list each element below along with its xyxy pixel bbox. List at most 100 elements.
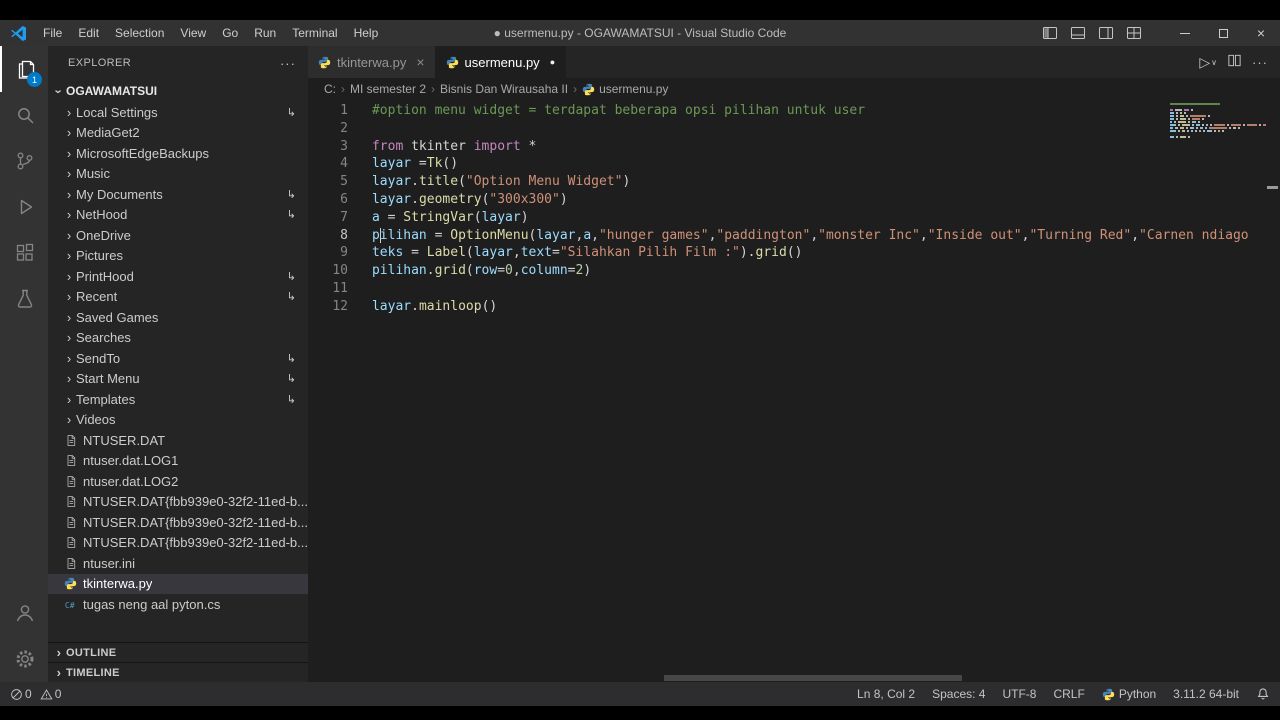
tree-item-ntuser-ini[interactable]: ntuser.ini xyxy=(48,553,308,574)
code-line-7[interactable]: 7a = StringVar(layar) xyxy=(308,209,1280,227)
code-line-11[interactable]: 11 xyxy=(308,280,1280,298)
explorer-actions-icon[interactable]: ··· xyxy=(280,56,296,71)
code-line-6[interactable]: 6 layar.geometry("300x300") xyxy=(308,191,1280,209)
code-editor[interactable]: 1 #option menu widget = terdapat beberapa… xyxy=(307,100,1280,682)
settings-gear-icon[interactable] xyxy=(0,636,48,682)
code-line-9[interactable]: 9 teks = Label(layar,text="Silahkan Pilih… xyxy=(308,244,1280,262)
code-line-4[interactable]: 4 layar =Tk() xyxy=(308,155,1280,173)
tree-item-onedrive[interactable]: › OneDrive xyxy=(48,225,308,246)
menu-terminal[interactable]: Terminal xyxy=(284,20,345,46)
testing-icon[interactable] xyxy=(0,276,48,322)
menu-edit[interactable]: Edit xyxy=(70,20,107,46)
toggle-sidebar-icon[interactable] xyxy=(1036,25,1064,41)
code-line-8[interactable]: 8 pilihan = OptionMenu(layar,a,"hunger ga… xyxy=(308,227,1280,245)
tree-item-searches[interactable]: › Searches xyxy=(48,328,308,349)
breadcrumb-folder[interactable]: Bisnis Dan Wirausaha II xyxy=(440,82,568,96)
horizontal-scrollbar[interactable] xyxy=(663,675,962,681)
tree-item-ntuser-dat[interactable]: NTUSER.DAT xyxy=(48,430,308,451)
problems-indicator[interactable]: 0 0 xyxy=(10,687,61,701)
tree-item-templates[interactable]: › Templates ↳ xyxy=(48,389,308,410)
tree-item-printhood[interactable]: › PrintHood ↳ xyxy=(48,266,308,287)
tab-close-icon[interactable]: × xyxy=(416,54,424,70)
tree-item-ntuser-dat-fbb939e0-32f2-11ed-b[interactable]: NTUSER.DAT{fbb939e0-32f2-11ed-b... xyxy=(48,533,308,554)
notifications-bell[interactable] xyxy=(1256,687,1270,701)
menu-view[interactable]: View xyxy=(172,20,214,46)
explorer-icon[interactable]: 1 xyxy=(0,46,48,92)
eol-sequence[interactable]: CRLF xyxy=(1053,687,1084,701)
tree-item-pictures[interactable]: › Pictures xyxy=(48,246,308,267)
toggle-panel-icon[interactable] xyxy=(1064,25,1092,41)
line-number: 1 xyxy=(340,103,348,118)
tree-item-recent[interactable]: › Recent ↳ xyxy=(48,287,308,308)
breadcrumb-drive[interactable]: C: xyxy=(324,82,336,96)
file-icon xyxy=(62,434,79,447)
tree-item-music[interactable]: › Music xyxy=(48,164,308,185)
breadcrumb-file[interactable]: usermenu.py xyxy=(582,82,668,96)
customize-layout-icon[interactable] xyxy=(1120,25,1148,41)
toggle-secondary-sidebar-icon[interactable] xyxy=(1092,25,1120,41)
split-editor-icon[interactable] xyxy=(1227,53,1242,71)
overview-ruler[interactable] xyxy=(1266,100,1280,682)
timeline-section[interactable]: › TIMELINE xyxy=(48,662,308,682)
line-number: 4 xyxy=(340,156,348,172)
code-line-10[interactable]: 10 pilihan.grid(row=0,column=2) xyxy=(308,262,1280,280)
tree-item-local-settings[interactable]: › Local Settings ↳ xyxy=(48,102,308,123)
tree-item-sendto[interactable]: › SendTo ↳ xyxy=(48,348,308,369)
tree-item-microsoftedgebackups[interactable]: › MicrosoftEdgeBackups xyxy=(48,143,308,164)
breadcrumb-folder[interactable]: MI semester 2 xyxy=(350,82,426,96)
tree-item-mediaget2[interactable]: › MediaGet2 xyxy=(48,123,308,144)
tree-item-tugas-neng-aal-pyton-cs[interactable]: C# tugas neng aal pyton.cs xyxy=(48,594,308,615)
outline-section[interactable]: › OUTLINE xyxy=(48,642,308,662)
tree-item-ntuser-dat-fbb939e0-32f2-11ed-b[interactable]: NTUSER.DAT{fbb939e0-32f2-11ed-b... xyxy=(48,492,308,513)
source-control-icon[interactable] xyxy=(0,138,48,184)
line-number: 3 xyxy=(340,138,348,154)
maximize-button[interactable] xyxy=(1204,20,1242,46)
tree-item-tkinterwa-py[interactable]: tkinterwa.py xyxy=(48,573,308,594)
minimap[interactable] xyxy=(1170,103,1266,139)
extensions-icon[interactable] xyxy=(0,230,48,276)
chevron-right-icon: › xyxy=(66,145,72,161)
menu-file[interactable]: File xyxy=(35,20,70,46)
cursor-position[interactable]: Ln 8, Col 2 xyxy=(857,687,915,701)
tab-tkinterwa[interactable]: tkinterwa.py × xyxy=(307,46,436,78)
run-python-file-button[interactable]: ▷ ∨ xyxy=(1199,54,1217,71)
code-line-2[interactable]: 2 xyxy=(308,120,1280,138)
modified-dot-icon[interactable]: ● xyxy=(550,57,555,67)
indentation[interactable]: Spaces: 4 xyxy=(932,687,985,701)
tree-item-ntuser-dat-fbb939e0-32f2-11ed-b[interactable]: NTUSER.DAT{fbb939e0-32f2-11ed-b... xyxy=(48,512,308,533)
menu-go[interactable]: Go xyxy=(214,20,246,46)
close-button[interactable]: × xyxy=(1242,20,1280,46)
tree-item-nethood[interactable]: › NetHood ↳ xyxy=(48,205,308,226)
more-actions-icon[interactable]: ··· xyxy=(1252,55,1268,70)
run-debug-icon[interactable] xyxy=(0,184,48,230)
code-line-3[interactable]: 3 from tkinter import * xyxy=(308,138,1280,156)
code-line-12[interactable]: 12 layar.mainloop() xyxy=(308,298,1280,316)
chevron-right-icon: › xyxy=(66,391,72,407)
root-folder[interactable]: › OGAWAMATSUI xyxy=(48,80,308,102)
python-icon xyxy=(582,83,595,96)
chevron-down-icon: › xyxy=(51,88,67,94)
tree-item-ntuser-dat-log2[interactable]: ntuser.dat.LOG2 xyxy=(48,471,308,492)
code-line-1[interactable]: 1 #option menu widget = terdapat beberapa… xyxy=(308,102,1280,120)
menu-selection[interactable]: Selection xyxy=(107,20,172,46)
csharp-icon: C# xyxy=(62,598,79,611)
account-icon[interactable] xyxy=(0,590,48,636)
encoding[interactable]: UTF-8 xyxy=(1002,687,1036,701)
tree-item-ntuser-dat-log1[interactable]: ntuser.dat.LOG1 xyxy=(48,451,308,472)
tree-item-start-menu[interactable]: › Start Menu ↳ xyxy=(48,369,308,390)
python-interpreter[interactable]: 3.11.2 64-bit xyxy=(1173,687,1239,701)
line-number: 2 xyxy=(340,120,348,136)
chevron-right-icon: › xyxy=(66,125,72,141)
shortcut-icon: ↳ xyxy=(286,106,296,119)
tree-item-videos[interactable]: › Videos xyxy=(48,410,308,431)
chevron-right-icon: › xyxy=(66,186,72,202)
code-line-5[interactable]: 5 layar.title("Option Menu Widget") xyxy=(308,173,1280,191)
menu-run[interactable]: Run xyxy=(246,20,284,46)
tree-item-saved-games[interactable]: › Saved Games xyxy=(48,307,308,328)
tree-item-my-documents[interactable]: › My Documents ↳ xyxy=(48,184,308,205)
tab-usermenu[interactable]: usermenu.py ● xyxy=(435,46,567,78)
search-icon[interactable] xyxy=(0,92,48,138)
minimize-button[interactable] xyxy=(1166,20,1204,46)
language-mode[interactable]: Python xyxy=(1102,687,1156,701)
menu-help[interactable]: Help xyxy=(346,20,387,46)
